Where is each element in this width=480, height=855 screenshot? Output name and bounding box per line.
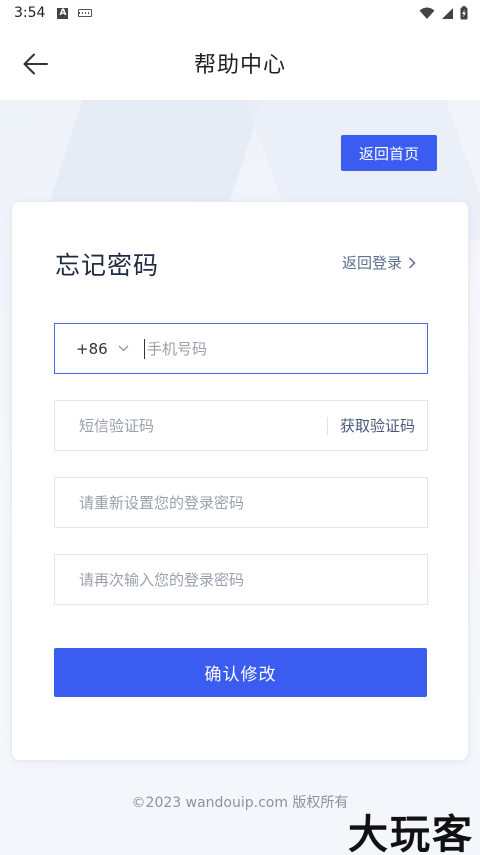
keyboard-icon — [78, 9, 93, 17]
chevron-down-icon — [118, 345, 129, 352]
back-to-login-link[interactable]: 返回登录 — [342, 252, 416, 273]
new-password-field — [54, 477, 428, 528]
country-code-value: +86 — [76, 339, 108, 358]
chevron-right-icon — [408, 256, 416, 269]
country-code-select[interactable]: +86 — [55, 324, 140, 373]
status-bar: 3:54 A — [0, 0, 480, 26]
sms-code-field: 获取验证码 — [54, 400, 428, 451]
return-home-button[interactable]: 返回首页 — [341, 135, 437, 171]
battery-charging-icon — [460, 6, 468, 20]
form-title: 忘记密码 — [55, 251, 160, 280]
status-time: 3:54 — [14, 5, 46, 21]
status-right-icons — [419, 6, 468, 20]
confirm-password-input[interactable] — [55, 555, 427, 604]
page-title: 帮助中心 — [193, 53, 286, 78]
back-to-login-label: 返回登录 — [341, 254, 402, 272]
new-password-input[interactable] — [55, 478, 427, 527]
get-code-button[interactable]: 获取验证码 — [328, 415, 427, 436]
status-left-icons: A — [57, 7, 93, 19]
a-badge-icon: A — [57, 7, 69, 19]
app-header: 帮助中心 — [0, 26, 480, 100]
signal-icon — [442, 7, 453, 19]
phone-input[interactable] — [145, 324, 427, 373]
forgot-password-card: 忘记密码 返回登录 +86 获取验证码 确认修改 — [11, 201, 469, 761]
confirm-change-button[interactable]: 确认修改 — [54, 648, 427, 697]
watermark: 大玩客 — [348, 811, 474, 855]
sms-code-input[interactable] — [55, 401, 327, 450]
wifi-icon — [419, 7, 435, 19]
phone-field: +86 — [54, 323, 428, 374]
confirm-password-field — [54, 554, 428, 605]
